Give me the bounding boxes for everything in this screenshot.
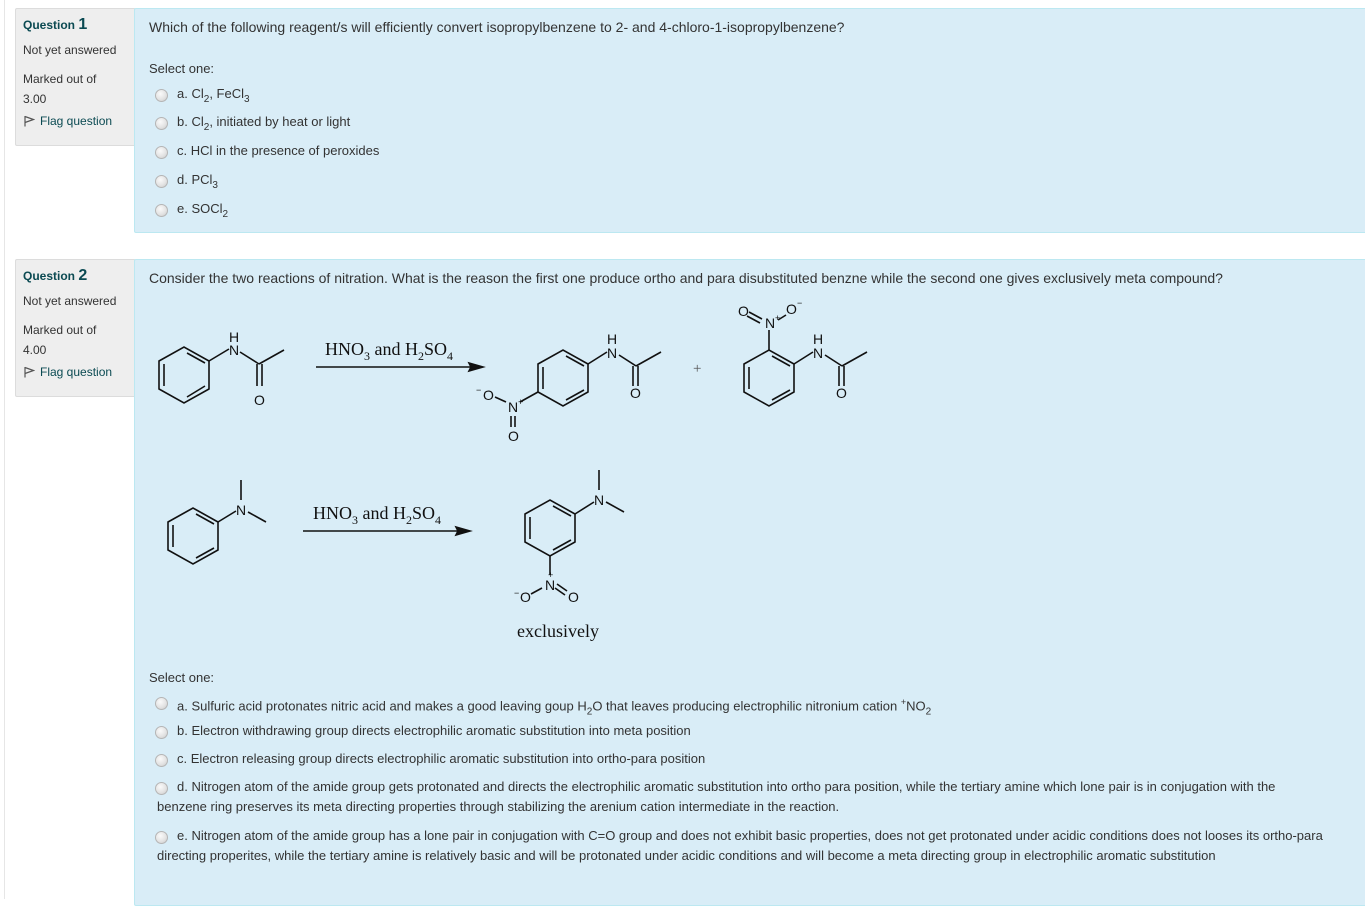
answer-option-a[interactable]: a. Sulfuric acid protonates nitric acid … (155, 695, 931, 722)
svg-text:O: O (630, 385, 641, 401)
svg-text:O: O (836, 385, 847, 401)
svg-text:O: O (568, 589, 579, 605)
svg-text:O: O (786, 301, 797, 317)
reaction-arrow-2: HNO3 and H2SO4 (303, 503, 473, 537)
option-text: c. HCl in the presence of peroxides (177, 143, 380, 158)
svg-text:H: H (607, 331, 617, 347)
radio-button[interactable] (155, 697, 168, 710)
svg-text:−: − (514, 588, 519, 598)
answer-option-b[interactable]: b. Cl2, initiated by heat or light (155, 114, 351, 138)
grade-label: Marked out of (23, 323, 97, 337)
question-info-panel: Question 1 Not yet answered Marked out o… (15, 8, 136, 146)
option-text: a. Cl2, FeCl3 (177, 86, 250, 105)
svg-text:N: N (813, 345, 823, 361)
answer-option-e[interactable]: e. Nitrogen atom of the amide group has … (155, 828, 1327, 866)
answer-option-c[interactable]: c. Electron releasing group directs elec… (155, 751, 706, 769)
reagent-label: HNO3 and H2SO4 (325, 339, 453, 363)
flag-icon (24, 115, 35, 127)
flag-question-button[interactable]: Flag question (23, 114, 135, 128)
option-text: b. Cl2, initiated by heat or light (177, 114, 351, 133)
svg-text:+: + (548, 570, 553, 580)
flag-question-label: Flag question (40, 114, 113, 128)
radio-button[interactable] (155, 175, 168, 188)
answer-option-c[interactable]: c. HCl in the presence of peroxides (155, 143, 380, 161)
option-text: d. Nitrogen atom of the amide group gets… (157, 779, 1276, 814)
grade-value: 4.00 (23, 343, 47, 357)
radio-button[interactable] (155, 117, 168, 130)
question-number: Question 1 (23, 16, 135, 34)
benzene-ring (158, 346, 210, 404)
para-nitroacetanilide-structure: N H O N + O − O (476, 331, 662, 444)
question-2: Question 2 Not yet answered Marked out o… (15, 259, 1365, 906)
option-text: e. Nitrogen atom of the amide group has … (157, 828, 1323, 863)
option-text: b. Electron withdrawing group directs el… (177, 723, 691, 738)
question-label: Question (23, 269, 76, 283)
radio-button[interactable] (155, 204, 168, 217)
answer-option-d[interactable]: d. Nitrogen atom of the amide group gets… (155, 779, 1327, 817)
oxygen-label: O (254, 392, 265, 408)
svg-text:O: O (738, 303, 749, 319)
exclusively-label: exclusively (517, 621, 599, 641)
option-text: a. Sulfuric acid protonates nitric acid … (177, 697, 932, 718)
reaction-arrow-1: HNO3 and H2SO4 (316, 339, 486, 373)
answer-option-d[interactable]: d. PCl3 (155, 172, 218, 196)
select-one-prompt: Select one: (149, 61, 215, 76)
plus-sign: + (693, 361, 701, 377)
svg-text:N: N (236, 502, 246, 518)
flag-icon (24, 366, 35, 378)
option-text: c. Electron releasing group directs elec… (177, 751, 706, 766)
select-one-prompt: Select one: (149, 670, 215, 685)
acetanilide-structure: N H O (158, 329, 285, 408)
svg-text:O: O (483, 387, 494, 403)
question-info-panel: Question 2 Not yet answered Marked out o… (15, 259, 136, 397)
svg-text:H: H (813, 331, 823, 347)
dimethylaniline-structure: N (167, 480, 267, 565)
svg-text:N: N (594, 492, 604, 508)
svg-text:N: N (607, 345, 617, 361)
ortho-nitroacetanilide-structure: N H O N + O O − (738, 298, 868, 407)
question-grade: Marked out of 4.00 (23, 320, 135, 360)
question-state: Not yet answered (23, 294, 117, 308)
question-number: Question 2 (23, 267, 135, 285)
question-text: Which of the following reagent/s will ef… (149, 19, 845, 35)
svg-text:N: N (765, 315, 775, 331)
meta-nitrodimethylaniline-structure: N N + O − O exclusively (514, 470, 625, 641)
question-1: Question 1 Not yet answered Marked out o… (15, 8, 1365, 233)
question-content: Consider the two reactions of nitration.… (134, 259, 1365, 906)
flag-question-button[interactable]: Flag question (23, 365, 135, 379)
svg-text:+: + (518, 397, 523, 407)
question-number-value: 2 (78, 267, 88, 284)
grade-value: 3.00 (23, 92, 47, 106)
question-state: Not yet answered (23, 43, 117, 57)
svg-text:O: O (520, 589, 531, 605)
page-left-border (4, 0, 5, 899)
question-grade: Marked out of 3.00 (23, 69, 135, 109)
grade-label: Marked out of (23, 72, 97, 86)
svg-text:N: N (508, 399, 518, 415)
hydrogen-label: H (229, 329, 239, 345)
question-number-value: 1 (78, 16, 88, 33)
flag-question-label: Flag question (40, 365, 113, 379)
svg-text:+: + (775, 313, 780, 323)
question-label: Question (23, 18, 76, 32)
reaction-scheme-image: N H O HNO3 and H2SO4 N H O N + O − O + N… (158, 298, 868, 641)
answer-option-a[interactable]: a. Cl2, FeCl3 (155, 86, 250, 110)
radio-button[interactable] (155, 146, 168, 159)
option-text: d. PCl3 (177, 172, 218, 191)
reagent-label: HNO3 and H2SO4 (313, 503, 441, 527)
option-text: e. SOCl2 (177, 201, 229, 220)
question-content: Which of the following reagent/s will ef… (134, 8, 1365, 233)
radio-button[interactable] (155, 89, 168, 102)
answer-option-b[interactable]: b. Electron withdrawing group directs el… (155, 723, 691, 741)
answer-option-e[interactable]: e. SOCl2 (155, 201, 229, 225)
radio-button[interactable] (155, 754, 168, 767)
radio-button[interactable] (155, 726, 168, 739)
svg-text:O: O (508, 428, 519, 444)
svg-text:−: − (476, 385, 481, 395)
svg-text:−: − (797, 298, 802, 308)
